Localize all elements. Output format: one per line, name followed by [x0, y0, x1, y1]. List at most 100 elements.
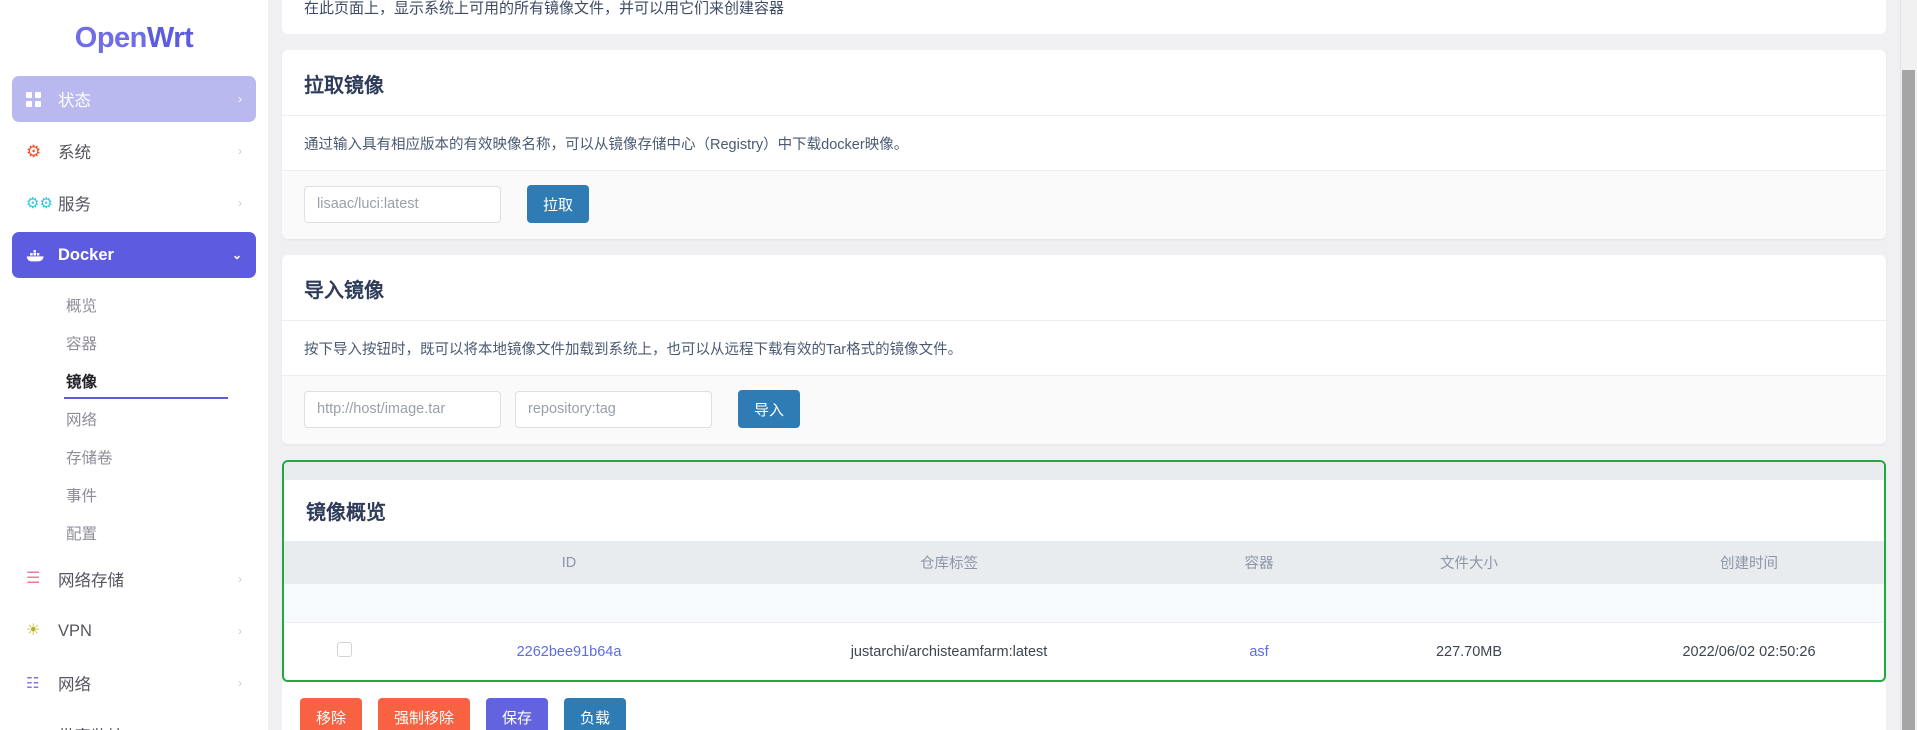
save-button[interactable]: 保存	[486, 698, 548, 730]
import-tag-input[interactable]	[515, 391, 712, 428]
page-scroll-area: 在此页面上，显示系统上可用的所有镜像文件，并可以用它们来创建容器 拉取镜像 通过…	[268, 0, 1900, 730]
pull-image-form: 拉取	[282, 171, 1886, 239]
row-created-cell: 2022/06/02 02:50:26	[1584, 623, 1886, 681]
import-image-description: 按下导入按钮时，既可以将本地镜像文件加载到系统上，也可以从远程下载有效的Tar格…	[282, 321, 1886, 376]
column-header-container: 容器	[1164, 541, 1354, 584]
sidebar-subitem-label: 存储卷	[66, 446, 113, 468]
sidebar-item-network-storage[interactable]: ☰ 网络存储 ›	[12, 556, 256, 602]
sidebar-subitem-label: 事件	[66, 484, 97, 506]
column-header-repo-tag: 仓库标签	[734, 541, 1164, 584]
table-header-row: ID 仓库标签 容器 文件大小 创建时间	[284, 541, 1886, 584]
sidebar-item-vpn[interactable]: ☀ VPN ›	[12, 608, 256, 654]
chevron-right-icon: ›	[238, 624, 242, 638]
images-table-head: ID 仓库标签 容器 文件大小 创建时间	[284, 541, 1886, 584]
sidebar-item-docker-containers[interactable]: 容器	[12, 324, 256, 362]
sidebar: OpenWrt 状态 › ⚙ 系统 › ⚙⚙ 服务 ›	[0, 0, 268, 730]
bandwidth-monitor-icon: ▩	[26, 724, 52, 730]
sidebar-item-docker-config[interactable]: 配置	[12, 514, 256, 552]
sidebar-item-docker-images[interactable]: 镜像	[12, 362, 256, 400]
sidebar-nav: 状态 › ⚙ 系统 › ⚙⚙ 服务 › Docker ⌄ 概览	[0, 76, 268, 730]
sidebar-subitem-label: 配置	[66, 522, 97, 544]
column-header-size: 文件大小	[1354, 541, 1584, 584]
page-intro-text: 在此页面上，显示系统上可用的所有镜像文件，并可以用它们来创建容器	[304, 0, 1864, 18]
sidebar-item-services[interactable]: ⚙⚙ 服务 ›	[12, 180, 256, 226]
docker-submenu: 概览 容器 镜像 网络 存储卷 事件 配置	[12, 284, 256, 556]
pull-button[interactable]: 拉取	[527, 185, 589, 223]
openwrt-logo: OpenWrt	[0, 0, 268, 76]
import-button[interactable]: 导入	[738, 390, 800, 428]
sidebar-item-bandwidth-monitor[interactable]: ▩ 带宽监控 ›	[12, 712, 256, 730]
scrollbar-thumb[interactable]	[1902, 70, 1915, 730]
image-id-link[interactable]: 2262bee91b64a	[517, 644, 622, 660]
pull-image-title: 拉取镜像	[282, 50, 1886, 116]
sidebar-subitem-label: 概览	[66, 294, 97, 316]
sidebar-item-docker-volumes[interactable]: 存储卷	[12, 438, 256, 476]
chevron-right-icon: ›	[238, 572, 242, 586]
container-link[interactable]: asf	[1249, 644, 1268, 660]
logo-text-wrt: Wrt	[147, 22, 193, 55]
import-image-title: 导入镜像	[282, 255, 1886, 321]
chevron-down-icon: ⌄	[232, 248, 242, 262]
docker-whale-icon	[26, 244, 52, 266]
sidebar-item-docker[interactable]: Docker ⌄	[12, 232, 256, 278]
images-overview-card: 镜像概览 ID 仓库标签 容器 文件大小 创建时间	[282, 460, 1886, 682]
sidebar-item-bandwidth-monitor-label: 带宽监控	[52, 723, 238, 730]
vertical-scrollbar[interactable]	[1900, 0, 1917, 730]
vpn-globe-icon: ☀	[26, 620, 52, 642]
remove-button[interactable]: 移除	[300, 698, 362, 730]
table-row[interactable]: 2262bee91b64a justarchi/archisteamfarm:l…	[284, 623, 1886, 681]
import-image-form: 导入	[282, 376, 1886, 444]
column-header-id: ID	[404, 541, 734, 584]
row-id-cell: 2262bee91b64a	[404, 623, 734, 681]
row-repo-tag-cell: justarchi/archisteamfarm:latest	[734, 623, 1164, 681]
table-spacer-row	[284, 584, 1886, 623]
chevron-right-icon: ›	[238, 196, 242, 210]
network-icon: ☷	[26, 672, 52, 694]
table-spacer-cell	[284, 584, 1886, 623]
database-icon: ☰	[26, 568, 52, 590]
sidebar-item-docker-networks[interactable]: 网络	[12, 400, 256, 438]
row-select-cell	[284, 623, 404, 681]
pull-image-card: 拉取镜像 通过输入具有相应版本的有效映像名称，可以从镜像存储中心（Registr…	[282, 50, 1886, 239]
images-table-body: 2262bee91b64a justarchi/archisteamfarm:l…	[284, 584, 1886, 680]
sidebar-item-services-label: 服务	[52, 191, 238, 215]
column-header-select	[284, 541, 404, 584]
row-container-cell: asf	[1164, 623, 1354, 681]
sidebar-item-network-label: 网络	[52, 671, 238, 695]
sidebar-item-status[interactable]: 状态 ›	[12, 76, 256, 122]
services-icon: ⚙⚙	[26, 192, 52, 214]
sidebar-subitem-label: 网络	[66, 408, 97, 430]
sidebar-item-docker-overview[interactable]: 概览	[12, 286, 256, 324]
chevron-right-icon: ›	[238, 144, 242, 158]
images-overview-title: 镜像概览	[284, 480, 1884, 541]
sidebar-subitem-label: 镜像	[66, 370, 97, 392]
pull-image-description: 通过输入具有相应版本的有效映像名称，可以从镜像存储中心（Registry）中下载…	[282, 116, 1886, 171]
sidebar-item-network-storage-label: 网络存储	[52, 567, 238, 591]
row-size-cell: 227.70MB	[1354, 623, 1584, 681]
images-table: ID 仓库标签 容器 文件大小 创建时间	[284, 541, 1886, 680]
sidebar-item-vpn-label: VPN	[52, 622, 238, 641]
sidebar-item-system-label: 系统	[52, 139, 238, 163]
column-header-created: 创建时间	[1584, 541, 1886, 584]
grid-icon	[26, 88, 52, 110]
sidebar-item-docker-events[interactable]: 事件	[12, 476, 256, 514]
force-remove-button[interactable]: 强制移除	[378, 698, 470, 730]
sidebar-item-docker-label: Docker	[52, 246, 232, 265]
sidebar-subitem-label: 容器	[66, 332, 97, 354]
chevron-right-icon: ›	[238, 676, 242, 690]
table-top-strip	[284, 462, 1884, 480]
logo-text-open: Open	[75, 22, 147, 55]
action-button-bar: 移除 强制移除 保存 负载	[282, 682, 1886, 730]
sidebar-item-system[interactable]: ⚙ 系统 ›	[12, 128, 256, 174]
import-url-input[interactable]	[304, 391, 501, 428]
chevron-right-icon: ›	[238, 92, 242, 106]
gear-icon: ⚙	[26, 140, 52, 162]
sidebar-item-status-label: 状态	[52, 87, 238, 111]
pull-image-input[interactable]	[304, 186, 501, 223]
import-image-card: 导入镜像 按下导入按钮时，既可以将本地镜像文件加载到系统上，也可以从远程下载有效…	[282, 255, 1886, 444]
row-checkbox[interactable]	[337, 642, 352, 657]
page-intro: 在此页面上，显示系统上可用的所有镜像文件，并可以用它们来创建容器	[282, 0, 1886, 34]
main-content: 在此页面上，显示系统上可用的所有镜像文件，并可以用它们来创建容器 拉取镜像 通过…	[268, 0, 1917, 730]
load-button[interactable]: 负载	[564, 698, 626, 730]
sidebar-item-network[interactable]: ☷ 网络 ›	[12, 660, 256, 706]
